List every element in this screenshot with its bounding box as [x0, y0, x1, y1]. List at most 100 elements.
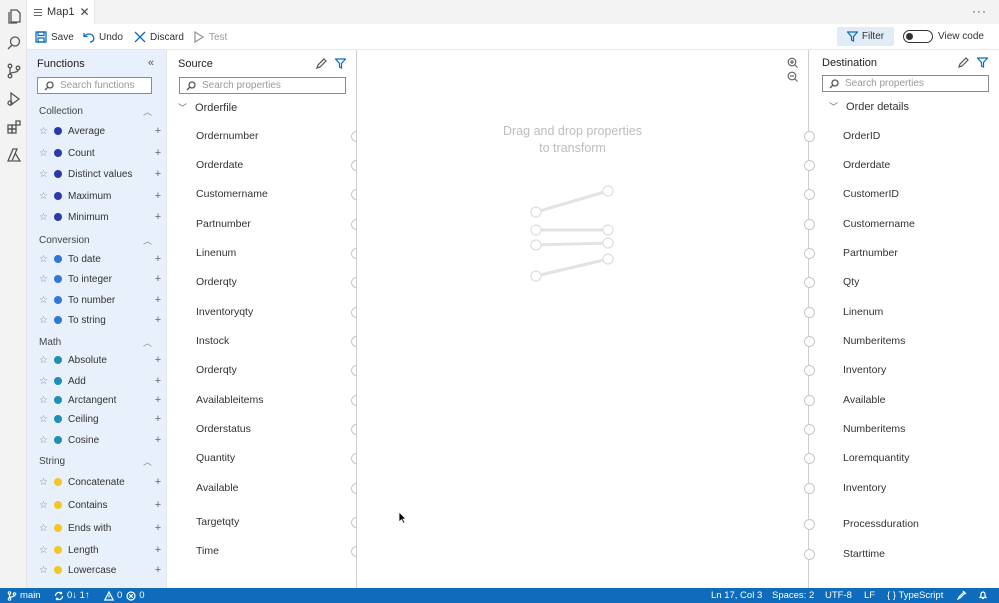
source-property[interactable]: Inventoryqty: [196, 306, 253, 318]
function-item[interactable]: ☆ Count +: [39, 146, 163, 160]
function-item[interactable]: ☆ Minimum +: [39, 210, 163, 224]
star-icon[interactable]: ☆: [39, 435, 54, 446]
destination-connection-node[interactable]: [804, 307, 815, 318]
star-icon[interactable]: ☆: [39, 148, 54, 159]
add-icon[interactable]: +: [153, 413, 163, 425]
star-icon[interactable]: ☆: [39, 295, 54, 306]
add-icon[interactable]: +: [153, 190, 163, 202]
source-property[interactable]: Quantity: [196, 452, 235, 464]
star-icon[interactable]: ☆: [39, 477, 54, 488]
add-icon[interactable]: +: [153, 168, 163, 180]
source-property[interactable]: Availableitems: [196, 394, 264, 406]
source-control-icon[interactable]: [5, 62, 22, 79]
chevron-up-icon[interactable]: ︿: [143, 336, 152, 349]
sync-status[interactable]: 0↓ 1↑: [54, 590, 90, 601]
eol-status[interactable]: LF: [864, 590, 875, 601]
function-search-input[interactable]: [60, 80, 151, 91]
edit-icon[interactable]: [958, 57, 969, 68]
destination-connection-node[interactable]: [804, 336, 815, 347]
destination-property[interactable]: Customername: [843, 218, 915, 230]
add-icon[interactable]: +: [153, 476, 163, 488]
view-code-toggle[interactable]: [903, 30, 933, 43]
discard-button[interactable]: Discard: [134, 29, 184, 45]
star-icon[interactable]: ☆: [39, 212, 54, 223]
star-icon[interactable]: ☆: [39, 355, 54, 366]
source-property[interactable]: Time: [196, 545, 219, 557]
function-item[interactable]: ☆ To date +: [39, 252, 163, 266]
function-item[interactable]: ☆ Lowercase +: [39, 563, 163, 577]
star-icon[interactable]: ☆: [39, 414, 54, 425]
destination-property[interactable]: Qty: [843, 276, 859, 288]
feedback-icon[interactable]: [957, 590, 970, 600]
add-icon[interactable]: +: [153, 354, 163, 366]
edit-icon[interactable]: [316, 58, 327, 69]
function-item[interactable]: ☆ Arctangent +: [39, 393, 163, 407]
function-item[interactable]: ☆ Absolute +: [39, 353, 163, 367]
function-item[interactable]: ☆ Ends with +: [39, 521, 163, 535]
source-property[interactable]: Available: [196, 482, 238, 494]
destination-search-input[interactable]: [845, 78, 988, 89]
language-status[interactable]: { } TypeScript: [887, 590, 943, 601]
add-icon[interactable]: +: [153, 499, 163, 511]
destination-connection-node[interactable]: [804, 549, 815, 560]
star-icon[interactable]: ☆: [39, 191, 54, 202]
add-icon[interactable]: +: [153, 375, 163, 387]
star-icon[interactable]: ☆: [39, 500, 54, 511]
indentation-status[interactable]: Spaces: 2: [772, 590, 814, 601]
destination-connection-node[interactable]: [804, 219, 815, 230]
add-icon[interactable]: +: [153, 544, 163, 556]
destination-connection-node[interactable]: [804, 189, 815, 200]
source-search-box[interactable]: [179, 77, 346, 94]
source-property[interactable]: Ordernumber: [196, 130, 258, 142]
destination-property[interactable]: Partnumber: [843, 247, 898, 259]
source-property[interactable]: Orderqty: [196, 276, 237, 288]
add-icon[interactable]: +: [153, 522, 163, 534]
encoding-status[interactable]: UTF-8: [825, 590, 852, 601]
filter-icon[interactable]: [977, 57, 988, 68]
destination-connection-node[interactable]: [804, 131, 815, 142]
destination-connection-node[interactable]: [804, 424, 815, 435]
chevron-up-icon[interactable]: ︿: [143, 105, 152, 118]
category-conversion[interactable]: Conversion: [39, 235, 90, 246]
destination-property[interactable]: Starttime: [843, 548, 885, 560]
tab-map1[interactable]: Map1 ✕: [27, 0, 95, 24]
function-item[interactable]: ☆ Average +: [39, 124, 163, 138]
function-item[interactable]: ☆ Maximum +: [39, 189, 163, 203]
destination-connection-node[interactable]: [804, 277, 815, 288]
destination-property[interactable]: Linenum: [843, 306, 883, 318]
branch-status[interactable]: main: [7, 590, 41, 601]
source-property[interactable]: Partnumber: [196, 218, 251, 230]
function-item[interactable]: ☆ Contains +: [39, 498, 163, 512]
destination-connection-node[interactable]: [804, 248, 815, 259]
star-icon[interactable]: ☆: [39, 523, 54, 534]
source-property[interactable]: Orderdate: [196, 159, 243, 171]
source-property[interactable]: Orderqty: [196, 364, 237, 376]
add-icon[interactable]: +: [153, 434, 163, 446]
test-button[interactable]: Test: [193, 29, 227, 45]
source-property[interactable]: Targetqty: [196, 516, 239, 528]
add-icon[interactable]: +: [153, 211, 163, 223]
source-property[interactable]: Customername: [196, 188, 268, 200]
undo-button[interactable]: Undo: [83, 29, 123, 45]
chevron-down-icon[interactable]: ﹀: [178, 101, 187, 114]
destination-property[interactable]: Orderdate: [843, 159, 890, 171]
chevron-up-icon[interactable]: ︿: [143, 455, 152, 468]
more-actions-icon[interactable]: ···: [972, 4, 987, 18]
destination-property[interactable]: Inventory: [843, 482, 886, 494]
star-icon[interactable]: ☆: [39, 376, 54, 387]
close-icon[interactable]: ✕: [80, 5, 90, 19]
category-collection[interactable]: Collection: [39, 106, 83, 117]
cursor-position[interactable]: Ln 17, Col 3: [711, 590, 762, 601]
destination-property[interactable]: Available: [843, 394, 885, 406]
star-icon[interactable]: ☆: [39, 274, 54, 285]
explorer-icon[interactable]: [5, 7, 22, 24]
category-string[interactable]: String: [39, 456, 65, 467]
destination-connection-node[interactable]: [804, 519, 815, 530]
chevron-down-icon[interactable]: ﹀: [829, 100, 838, 113]
category-math[interactable]: Math: [39, 337, 61, 348]
star-icon[interactable]: ☆: [39, 565, 54, 576]
destination-search-box[interactable]: [822, 75, 989, 92]
source-property[interactable]: Instock: [196, 335, 229, 347]
add-icon[interactable]: +: [153, 147, 163, 159]
destination-connection-node[interactable]: [804, 483, 815, 494]
